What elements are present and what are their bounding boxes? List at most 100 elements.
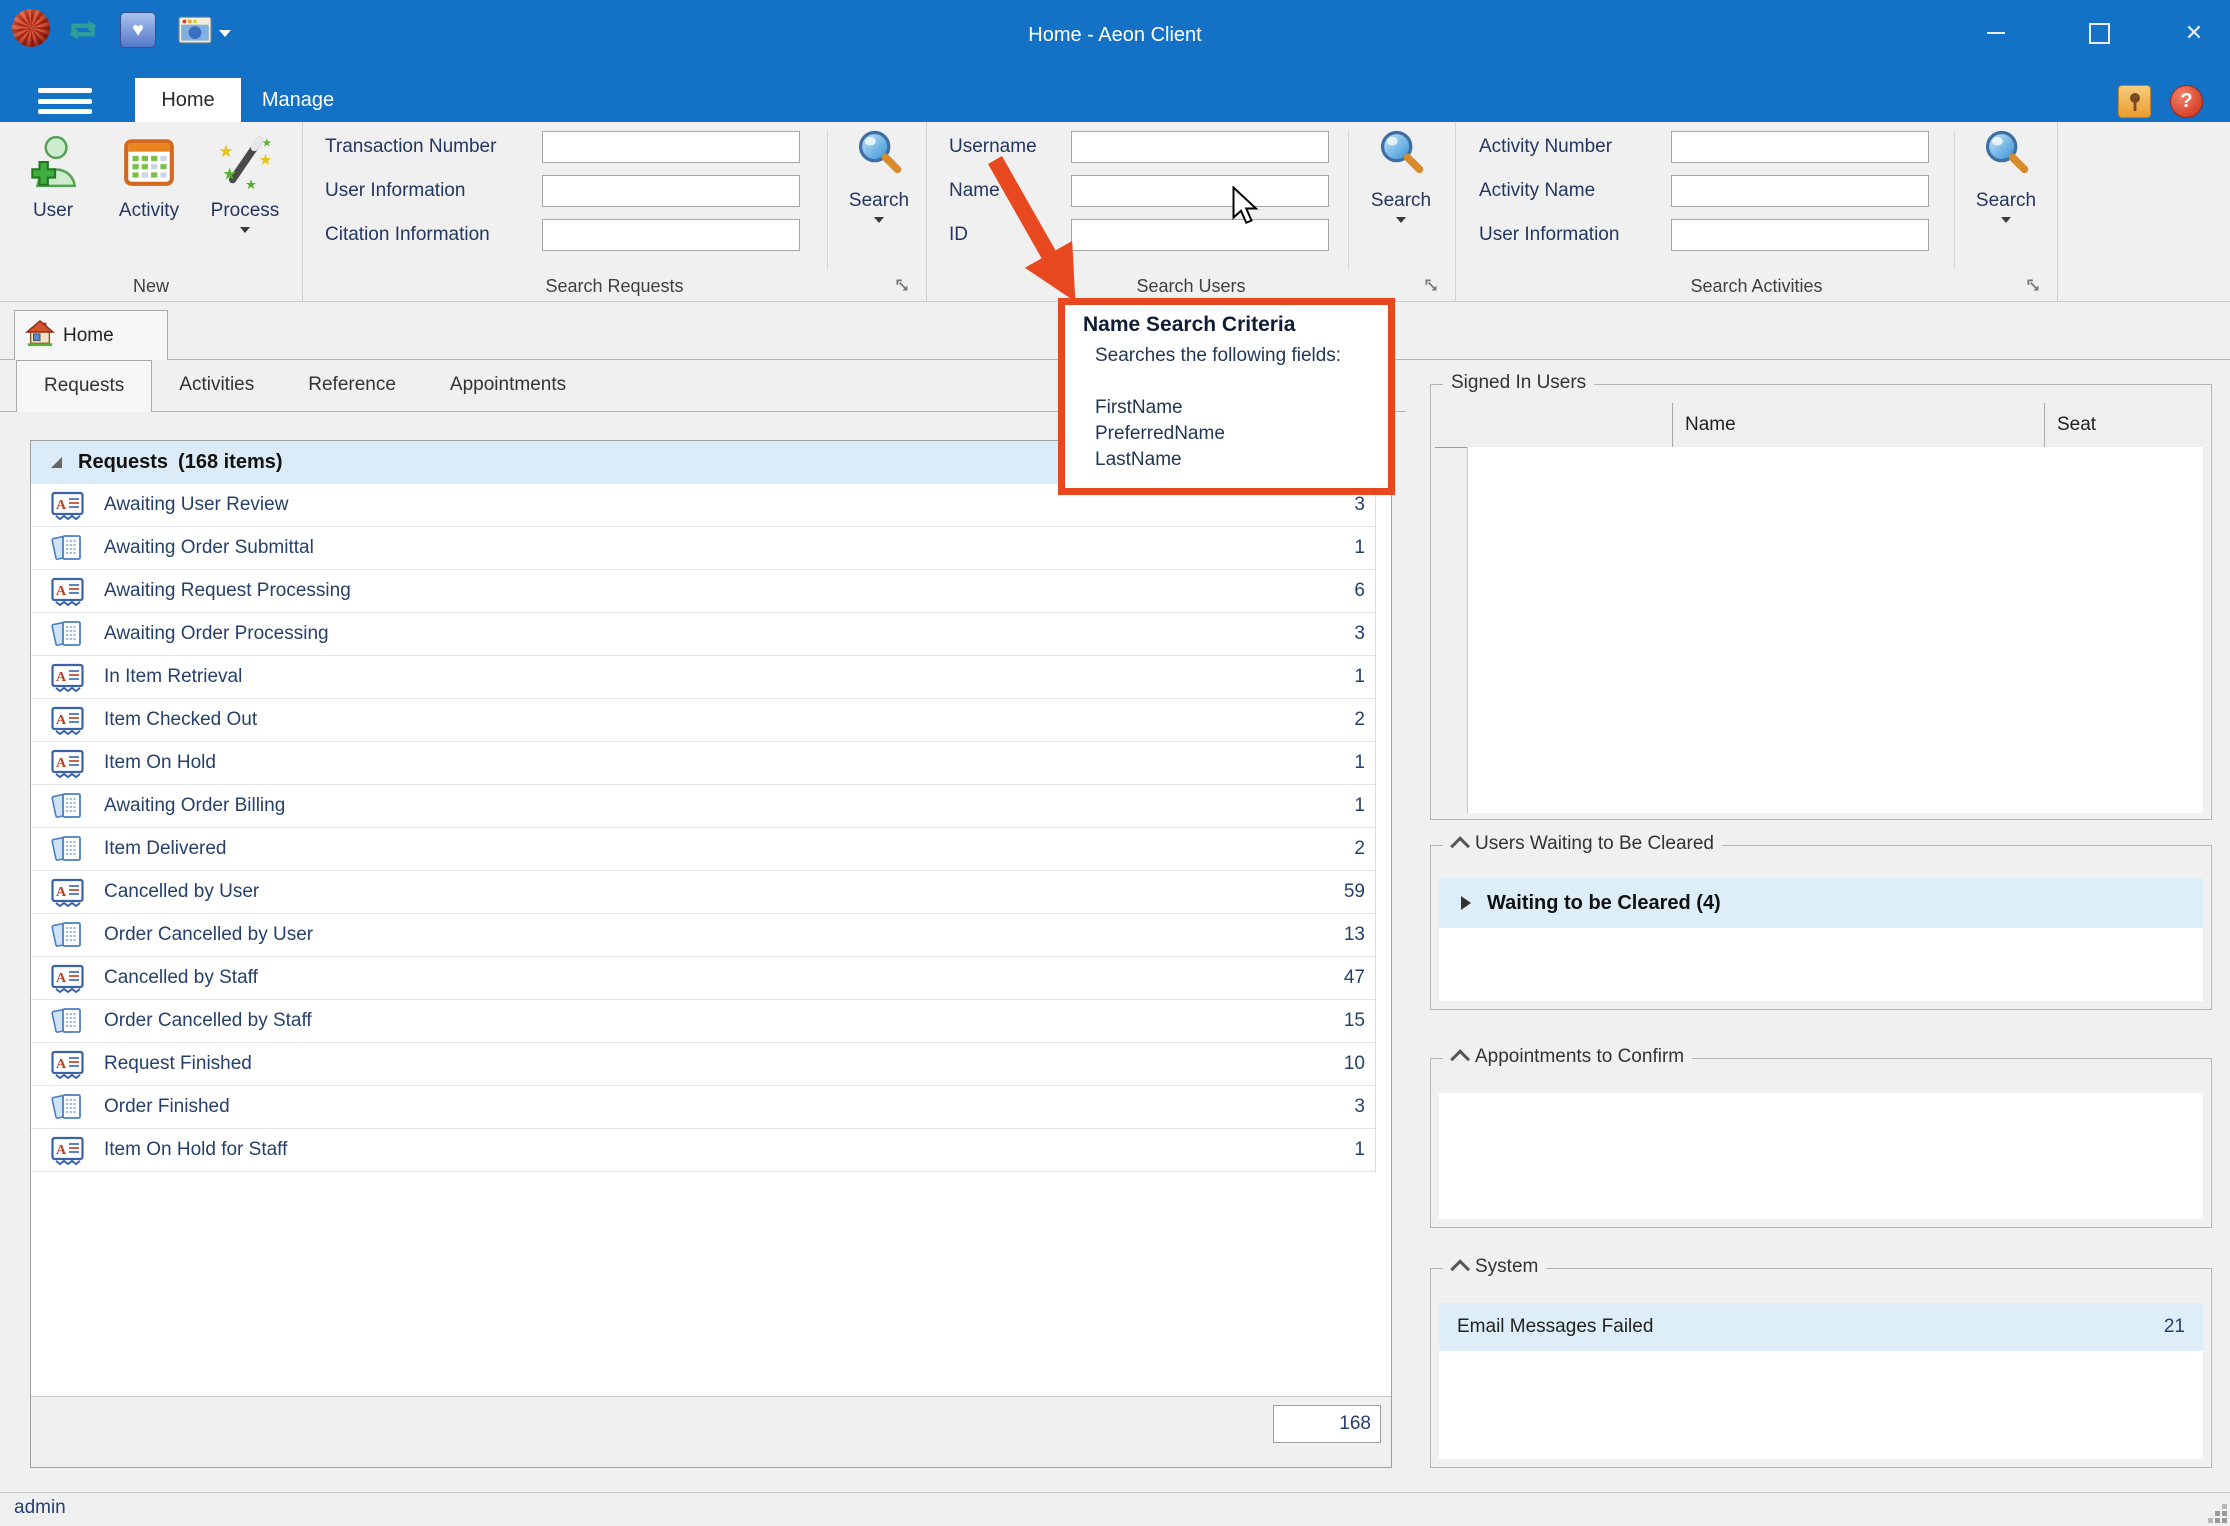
waiting-group-row[interactable]: Waiting to be Cleared (4) [1439, 878, 2203, 928]
callout-title: Name Search Criteria [1083, 313, 1388, 337]
list-item[interactable]: Awaiting Order Billing 1 [31, 785, 1375, 828]
name-input[interactable] [1071, 175, 1329, 207]
list-item[interactable]: A Awaiting Request Processing 6 [31, 570, 1375, 613]
tab-reference[interactable]: Reference [281, 360, 423, 412]
order-icon [51, 533, 84, 564]
ribbon-group-search-users: Username Name ID Search Search Users [927, 122, 1456, 301]
system-title: System [1475, 1256, 1538, 1278]
collapse-triangle-icon [51, 457, 62, 468]
search-activities-button[interactable]: Search [1960, 126, 2052, 276]
new-activity-button[interactable]: Activity [108, 132, 190, 233]
home-icon [25, 319, 55, 353]
transaction-number-input[interactable] [542, 131, 800, 163]
list-item[interactable]: Awaiting Order Submittal 1 [31, 527, 1375, 570]
ribbon-group-label: Search Users [927, 276, 1455, 297]
field-label: Citation Information [325, 224, 542, 246]
field-label: Username [949, 136, 1071, 158]
search-icon [1980, 126, 2032, 184]
request-icon: A [51, 877, 84, 908]
list-item[interactable]: Order Cancelled by Staff 15 [31, 1000, 1375, 1043]
chevron-down-icon [874, 217, 884, 223]
collapse-chevron-icon[interactable] [1450, 836, 1470, 856]
search-requests-button[interactable]: Search [833, 126, 925, 276]
dialog-launcher-icon[interactable] [2025, 277, 2043, 295]
ribbon-group-new: User [0, 122, 303, 301]
users-waiting-panel: Users Waiting to Be Cleared Waiting to b… [1430, 845, 2212, 1010]
svg-text:A: A [56, 498, 67, 513]
window-title: Home - Aeon Client [0, 0, 2230, 78]
list-item[interactable]: A Item On Hold 1 [31, 742, 1375, 785]
citation-information-input[interactable] [542, 219, 800, 251]
list-item[interactable]: A Item Checked Out 2 [31, 699, 1375, 742]
activity-user-information-input[interactable] [1671, 219, 1929, 251]
seat-column-header[interactable]: Seat [2045, 403, 2203, 447]
hamburger-menu-icon[interactable] [38, 86, 92, 116]
chevron-down-icon [219, 30, 231, 37]
list-item[interactable]: Awaiting Order Processing 3 [31, 613, 1375, 656]
new-user-button[interactable]: User [12, 132, 94, 233]
id-input[interactable] [1071, 219, 1329, 251]
ribbon-tab-row: Home Manage ? [0, 78, 2230, 122]
request-icon: A [51, 748, 84, 779]
title-bar: Home - Aeon Client ♥ ✕ [0, 0, 2230, 78]
svg-text:A: A [56, 885, 67, 900]
request-icon: A [51, 1135, 84, 1166]
order-icon [51, 619, 84, 650]
sync-icon[interactable] [66, 12, 100, 48]
collapse-chevron-icon[interactable] [1450, 1259, 1470, 1279]
signed-in-users-panel: Signed In Users Name Seat [1430, 384, 2212, 820]
list-item[interactable]: Order Finished 3 [31, 1086, 1375, 1129]
resize-grip[interactable] [2222, 1518, 2227, 1523]
minimize-button[interactable] [1972, 10, 2020, 56]
name-column-header[interactable]: Name [1673, 403, 2045, 447]
list-item[interactable]: A Cancelled by Staff 47 [31, 957, 1375, 1000]
window-menu-icon[interactable] [178, 12, 231, 48]
tab-activities[interactable]: Activities [152, 360, 281, 412]
tab-requests[interactable]: Requests [16, 360, 152, 412]
requests-group-count: (168 items) [178, 451, 283, 474]
tab-appointments[interactable]: Appointments [423, 360, 593, 412]
svg-text:A: A [56, 1057, 67, 1072]
list-item[interactable]: Order Cancelled by User 13 [31, 914, 1375, 957]
dialog-launcher-icon[interactable] [1423, 277, 1441, 295]
ribbon-tab-home[interactable]: Home [135, 78, 241, 122]
request-icon: A [51, 662, 84, 693]
email-messages-failed-row[interactable]: Email Messages Failed 21 [1439, 1303, 2203, 1351]
ribbon: User [0, 122, 2230, 302]
users-waiting-title: Users Waiting to Be Cleared [1475, 833, 1714, 855]
request-icon: A [51, 705, 84, 736]
document-tab-label: Home [63, 325, 114, 347]
list-item[interactable]: A Request Finished 10 [31, 1043, 1375, 1086]
list-item[interactable]: A Cancelled by User 59 [31, 871, 1375, 914]
magic-wand-icon: ★ ★ ★ ★ ★ [216, 132, 274, 196]
collapse-chevron-icon[interactable] [1450, 1049, 1470, 1069]
maximize-button[interactable] [2075, 10, 2123, 56]
ribbon-tab-manage[interactable]: Manage [241, 78, 355, 122]
order-icon [51, 791, 84, 822]
activity-name-input[interactable] [1671, 175, 1929, 207]
aeon-app-icon[interactable]: ♥ [120, 12, 156, 48]
chevron-down-icon [1396, 217, 1406, 223]
dialog-launcher-icon[interactable] [894, 277, 912, 295]
logged-in-user: admin [14, 1497, 66, 1519]
search-users-button[interactable]: Search [1355, 126, 1447, 276]
pin-panel-icon[interactable] [2118, 85, 2151, 118]
search-icon [1375, 126, 1427, 184]
list-item[interactable]: A Item On Hold for Staff 1 [31, 1129, 1375, 1172]
email-messages-failed-label: Email Messages Failed [1457, 1316, 1653, 1338]
username-input[interactable] [1071, 131, 1329, 163]
user-information-input[interactable] [542, 175, 800, 207]
new-process-button[interactable]: ★ ★ ★ ★ ★ Process [204, 132, 286, 233]
svg-text:A: A [56, 756, 67, 771]
request-icon: A [51, 963, 84, 994]
indicator-column-header[interactable] [1435, 403, 1673, 447]
list-item[interactable]: A In Item Retrieval 1 [31, 656, 1375, 699]
search-icon [853, 126, 905, 184]
help-icon[interactable]: ? [2170, 85, 2203, 118]
field-label: ID [949, 224, 1071, 246]
document-tab-home[interactable]: Home [14, 310, 168, 360]
activity-number-input[interactable] [1671, 131, 1929, 163]
close-button[interactable]: ✕ [2170, 10, 2218, 56]
list-item[interactable]: Item Delivered 2 [31, 828, 1375, 871]
appointments-panel: Appointments to Confirm [1430, 1058, 2212, 1228]
